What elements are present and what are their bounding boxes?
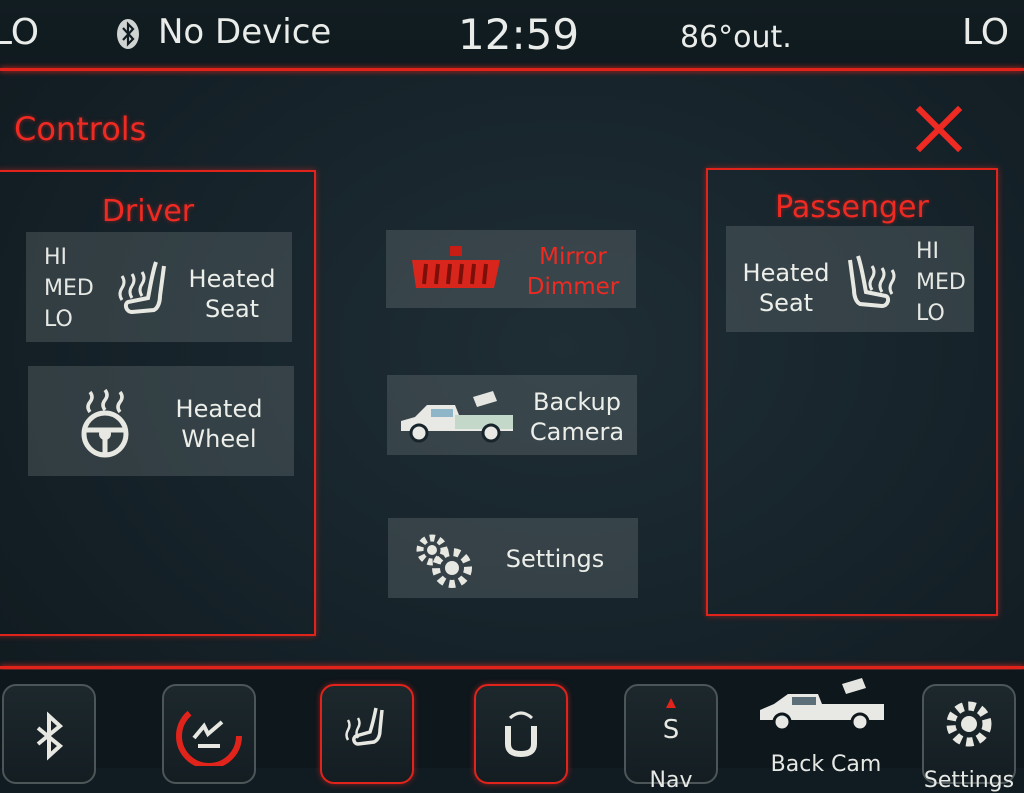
settings-label: Settings: [505, 545, 605, 573]
device-status: No Device: [158, 12, 332, 52]
driver-seat-levels: HI MED LO: [44, 242, 94, 335]
driver-heated-seat-button[interactable]: HI MED LO Heated Seat: [26, 232, 292, 342]
backup-camera-label: Backup Camera: [527, 387, 627, 447]
dock-backcam-label: Back Cam: [770, 752, 882, 777]
passenger-heated-seat-button[interactable]: Heated Seat HI MED LO: [726, 226, 974, 332]
climate-icon: [176, 703, 242, 766]
dock-backcam-button[interactable]: Back Cam: [756, 674, 896, 777]
driver-heated-seat-label: Heated Seat: [186, 264, 278, 324]
bottom-dock: S Nav Back Cam Settings: [0, 670, 1024, 793]
level-lo: LO: [44, 307, 73, 332]
dock-climate-button[interactable]: [162, 684, 256, 784]
dock-bluetooth-button[interactable]: [2, 684, 96, 784]
mirror-dimmer-button[interactable]: Mirror Dimmer: [386, 230, 636, 308]
level-med: MED: [44, 276, 94, 301]
controls-screen: LO No Device 12:59 86°out. LO Controls D…: [0, 0, 1024, 793]
passenger-heated-seat-label: Heated Seat: [742, 258, 830, 318]
label-line2: Camera: [529, 418, 625, 446]
close-icon[interactable]: [912, 102, 966, 156]
heated-seat-icon: [118, 261, 166, 315]
page-title: Controls: [14, 110, 147, 148]
level-hi: HI: [916, 239, 940, 264]
heated-seat-icon: [345, 707, 384, 746]
compass-icon: S: [663, 698, 680, 745]
settings-button[interactable]: Settings: [388, 518, 638, 598]
dock-settings-label: Settings: [923, 768, 1015, 793]
dock-uconnect-button[interactable]: [474, 684, 568, 784]
status-bar: LO No Device 12:59 86°out. LO: [0, 0, 1024, 72]
compass-letter: S: [663, 715, 680, 745]
level-lo: LO: [916, 301, 945, 326]
uconnect-icon: [505, 711, 537, 758]
mirror-icon: [412, 246, 500, 288]
passenger-panel: Passenger Heated Seat HI MED LO: [706, 168, 998, 616]
driver-heated-wheel-button[interactable]: Heated Wheel: [28, 366, 294, 476]
level-hi: HI: [44, 245, 68, 270]
driver-heated-wheel-label: Heated Wheel: [170, 394, 268, 454]
gear-icon: [416, 534, 472, 588]
dock-nav-label: Nav: [649, 768, 693, 793]
passenger-seat-levels: HI MED LO: [916, 236, 966, 329]
label-line1: Heated: [188, 265, 276, 293]
mirror-dimmer-label: Mirror Dimmer: [518, 242, 628, 302]
left-temp-mode[interactable]: LO: [0, 12, 39, 53]
label-line2: Seat: [758, 289, 814, 317]
label-line1: Heated: [175, 395, 263, 423]
label-line1: Backup: [533, 388, 621, 416]
right-temp-mode[interactable]: LO: [962, 12, 1009, 53]
top-divider: [0, 68, 1024, 71]
label-line2: Seat: [204, 295, 260, 323]
dock-nav-button[interactable]: S Nav: [624, 684, 718, 793]
driver-panel: Driver HI MED LO Heated Seat Heated Whee…: [0, 170, 316, 636]
truck-camera-icon: [760, 678, 884, 732]
bluetooth-icon: [36, 711, 64, 761]
label-line2: Dimmer: [526, 274, 620, 300]
truck-camera-icon: [401, 391, 513, 443]
dock-seat-button[interactable]: [320, 684, 414, 784]
gear-icon: [946, 701, 992, 747]
label-line2: Wheel: [181, 425, 257, 453]
bluetooth-icon: [117, 19, 139, 49]
heated-seat-icon: [848, 255, 896, 309]
dock-divider: [0, 666, 1024, 669]
level-med: MED: [916, 270, 966, 295]
passenger-title: Passenger: [775, 190, 929, 225]
outside-temperature: 86°out.: [680, 20, 792, 55]
label-line1: Heated: [742, 259, 830, 287]
heated-wheel-icon: [81, 388, 129, 458]
driver-title: Driver: [101, 194, 195, 229]
dock-settings-button[interactable]: Settings: [922, 684, 1016, 793]
backup-camera-button[interactable]: Backup Camera: [387, 375, 637, 455]
label-line1: Mirror: [539, 244, 607, 270]
clock: 12:59: [458, 10, 580, 59]
